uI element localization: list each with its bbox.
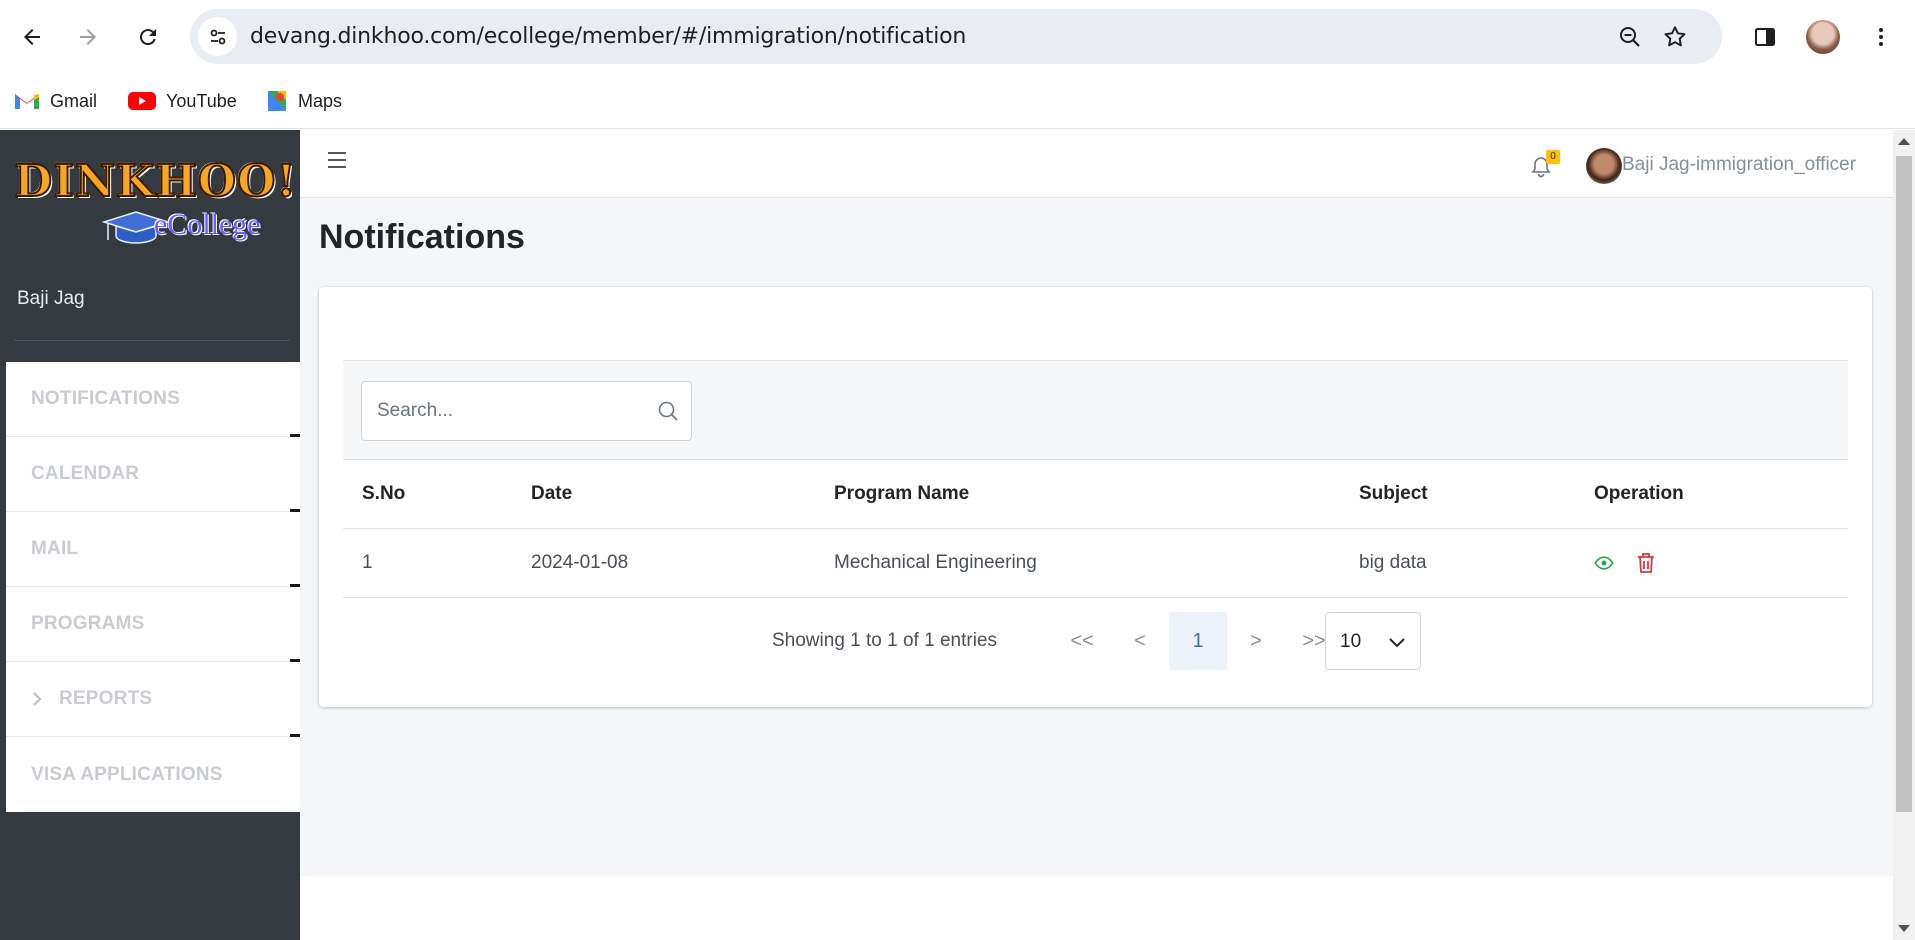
chevron-down-icon	[1389, 638, 1405, 648]
address-bar[interactable]: devang.dinkhoo.com/ecollege/member/#/imm…	[190, 9, 1722, 64]
cell-program-name: Mechanical Engineering	[815, 528, 1340, 598]
sidebar-item-mail[interactable]: MAIL	[6, 512, 300, 588]
row-actions	[1594, 552, 1848, 574]
search-input[interactable]	[362, 382, 642, 440]
page-scrollbar[interactable]	[1893, 130, 1915, 940]
sidebar-item-label: PROGRAMS	[31, 613, 145, 634]
app-logo[interactable]: DINKHOO! eCollege	[13, 155, 297, 246]
column-header-date[interactable]: Date	[512, 460, 815, 529]
cell-subject: big data	[1340, 528, 1575, 598]
side-panel-icon	[1755, 28, 1775, 46]
column-header-sno[interactable]: S.No	[343, 460, 512, 529]
forward-button[interactable]	[68, 17, 108, 57]
bookmark-label: Maps	[298, 90, 343, 111]
page-size-select[interactable]: 10	[1325, 612, 1421, 670]
column-header-operation: Operation	[1575, 460, 1848, 529]
more-vertical-icon	[1879, 28, 1883, 46]
page-1-button[interactable]: 1	[1169, 612, 1227, 670]
eye-icon[interactable]	[1594, 553, 1614, 573]
back-button[interactable]	[12, 17, 52, 57]
sidebar-item-label: CALENDAR	[31, 463, 140, 484]
sidebar-item-label: VISA APPLICATIONS	[31, 763, 223, 785]
bookmark-label: Gmail	[50, 90, 98, 111]
pagination: Showing 1 to 1 of 1 entries << < 1 > >> …	[319, 612, 1872, 672]
reload-icon	[139, 29, 156, 46]
sidebar-item-label: MAIL	[31, 538, 79, 559]
logo-title: DINKHOO!	[13, 155, 297, 208]
bookmark-youtube[interactable]: YouTube	[128, 86, 237, 116]
sidebar-menu: NOTIFICATIONS CALENDAR MAIL PROGRAMS REP…	[6, 362, 300, 812]
youtube-icon	[128, 92, 156, 110]
zoom-icon[interactable]	[1616, 23, 1644, 51]
cell-operation	[1575, 528, 1848, 598]
first-page-label: <<	[1070, 629, 1094, 652]
profile-avatar	[1806, 20, 1840, 54]
sidebar-item-programs[interactable]: PROGRAMS	[6, 587, 300, 663]
scroll-thumb[interactable]	[1896, 156, 1912, 812]
avatar[interactable]	[1586, 148, 1622, 184]
sidebar-item-visa-applications[interactable]: VISA APPLICATIONS	[6, 737, 300, 812]
sidebar-item-label: NOTIFICATIONS	[31, 388, 180, 409]
main-footer-area	[300, 876, 1893, 940]
bookmarks-bar: Gmail YouTube Maps	[0, 74, 1915, 129]
bookmark-star-icon[interactable]	[1661, 23, 1689, 51]
main-content: 0 Baji Jag-immigration_officer Notificat…	[300, 130, 1893, 940]
scroll-down-arrow[interactable]	[1898, 925, 1910, 932]
notifications-table: S.No Date Program Name Subject Operation…	[343, 460, 1848, 598]
prev-page-label: <	[1134, 629, 1146, 652]
table-toolbar	[343, 360, 1848, 460]
bookmark-gmail[interactable]: Gmail	[14, 86, 97, 116]
search-box	[361, 381, 692, 441]
sidebar-item-label: REPORTS	[59, 688, 153, 709]
notifications-card: S.No Date Program Name Subject Operation…	[319, 287, 1872, 707]
top-navbar: 0 Baji Jag-immigration_officer	[300, 130, 1893, 198]
menu-toggle-icon[interactable]	[328, 152, 346, 168]
arrow-left-icon	[24, 29, 40, 45]
maps-icon	[268, 91, 286, 111]
sidebar-user-name[interactable]: Baji Jag	[17, 288, 85, 310]
cell-date: 2024-01-08	[512, 528, 815, 598]
browser-toolbar: devang.dinkhoo.com/ecollege/member/#/imm…	[0, 0, 1915, 74]
sidebar-item-reports[interactable]: REPORTS	[6, 662, 300, 738]
column-header-program-name[interactable]: Program Name	[815, 460, 1340, 529]
last-page-label: >>	[1302, 629, 1326, 652]
page-number: 1	[1192, 629, 1204, 652]
trash-icon[interactable]	[1636, 552, 1656, 574]
arrow-right-icon	[80, 29, 96, 45]
scroll-up-arrow[interactable]	[1898, 138, 1910, 145]
pagination-info: Showing 1 to 1 of 1 entries	[772, 630, 997, 651]
sidebar-item-calendar[interactable]: CALENDAR	[6, 437, 300, 513]
prev-page-button[interactable]: <	[1111, 612, 1169, 670]
cell-sno: 1	[343, 528, 512, 598]
next-page-button[interactable]: >	[1227, 612, 1285, 670]
sidebar-divider	[14, 340, 290, 341]
search-icon[interactable]	[657, 400, 679, 422]
page-size-value: 10	[1340, 631, 1362, 652]
column-header-subject[interactable]: Subject	[1340, 460, 1575, 529]
table-header-row: S.No Date Program Name Subject Operation	[343, 460, 1848, 529]
site-info-icon[interactable]	[198, 17, 237, 56]
logo-subtitle: eCollege	[154, 208, 261, 241]
reload-button[interactable]	[128, 17, 168, 57]
user-role-label[interactable]: Baji Jag-immigration_officer	[1622, 154, 1856, 176]
bookmark-label: YouTube	[166, 90, 237, 111]
side-panel-button[interactable]	[1745, 17, 1785, 57]
bookmark-maps[interactable]: Maps	[266, 86, 342, 116]
sidebar: DINKHOO! eCollege Baji Jag NOTIFICATIONS…	[0, 130, 300, 940]
browser-menu-button[interactable]	[1861, 17, 1901, 57]
table-row: 1 2024-01-08 Mechanical Engineering big …	[343, 528, 1848, 598]
page-title: Notifications	[319, 218, 525, 256]
url-text[interactable]: devang.dinkhoo.com/ecollege/member/#/imm…	[250, 9, 966, 64]
next-page-label: >	[1250, 629, 1262, 652]
sidebar-item-notifications[interactable]: NOTIFICATIONS	[6, 362, 300, 438]
app-container: DINKHOO! eCollege Baji Jag NOTIFICATIONS…	[0, 130, 1893, 940]
gmail-icon	[15, 94, 39, 109]
notification-badge: 0	[1546, 150, 1560, 164]
chevron-right-icon	[33, 692, 42, 706]
table-container: S.No Date Program Name Subject Operation…	[343, 360, 1848, 598]
first-page-button[interactable]: <<	[1053, 612, 1111, 670]
profile-button[interactable]	[1803, 17, 1843, 57]
